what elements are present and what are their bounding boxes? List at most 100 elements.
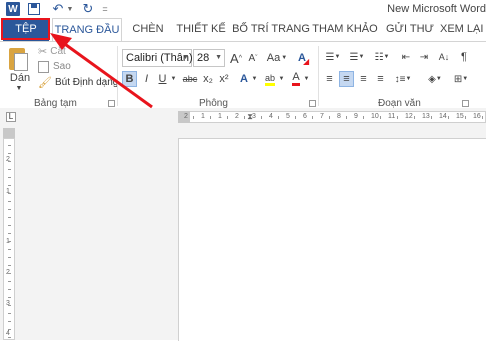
copy-label: Sao <box>53 61 71 72</box>
align-left-button[interactable]: ≡ <box>322 71 337 87</box>
ruler-tick <box>8 289 11 290</box>
tab-review[interactable]: XEM LẠI <box>440 18 486 41</box>
ruler-tick <box>8 265 11 266</box>
group-separator <box>117 46 118 106</box>
file-tab-highlight-box <box>1 18 50 40</box>
word-app-icon[interactable]: W <box>6 2 20 16</box>
tab-home[interactable]: TRANG ĐẦU <box>52 18 122 42</box>
grow-font-button[interactable]: A ^ <box>229 49 243 67</box>
shrink-font-button[interactable]: Aˇ <box>246 49 260 67</box>
ruler-tick <box>227 116 228 119</box>
customize-qat-icon[interactable]: = <box>101 1 109 17</box>
tab-selector[interactable]: L <box>6 112 16 122</box>
ruler-tick <box>8 177 11 178</box>
paste-label[interactable]: Dán <box>8 72 32 84</box>
ruler-tick <box>8 281 11 282</box>
underline-button[interactable]: U <box>156 71 169 87</box>
underline-dropdown-icon[interactable]: ▼ <box>170 71 177 87</box>
ruler-tick <box>8 193 11 194</box>
undo-dropdown-icon[interactable]: ▼ <box>66 1 74 17</box>
indent-marker[interactable]: ⧗ <box>246 109 254 125</box>
ruler-tick <box>8 321 11 322</box>
subscript-button[interactable]: x₂ <box>201 71 215 87</box>
shrink-font-icon: A <box>248 52 256 64</box>
ruler-number: 13 <box>422 113 430 120</box>
format-painter-button[interactable]: 🖌 Bút Định dạng <box>38 76 118 89</box>
ruler-tick <box>414 116 415 119</box>
ruler-tick <box>397 116 398 119</box>
font-size-select[interactable]: 28 ▼ <box>193 49 225 67</box>
paragraph-launcher-icon[interactable] <box>462 100 469 107</box>
multilevel-list-button[interactable]: ☷ ▼ <box>371 50 393 64</box>
grow-font-icon: A <box>230 50 239 66</box>
bold-button[interactable]: B <box>122 71 137 87</box>
window-title: New Microsoft Word <box>387 3 486 15</box>
clipboard-launcher-icon[interactable] <box>108 100 115 107</box>
ruler-number: 5 <box>286 113 290 120</box>
line-spacing-button[interactable]: ↕≡ ▼ <box>392 71 414 87</box>
italic-button[interactable]: I <box>140 71 153 87</box>
numbering-button[interactable]: ☰ ▼ <box>346 50 368 64</box>
multilevel-list-icon: ☷ <box>374 51 384 63</box>
tab-design[interactable]: THIẾT KẾ <box>172 18 230 41</box>
ruler-tick <box>448 116 449 119</box>
ruler-number: 16 <box>473 113 481 120</box>
borders-button[interactable]: ⊞ ▼ <box>450 71 472 87</box>
font-size-value: 28 <box>197 52 210 64</box>
redo-icon[interactable]: ↻ <box>82 1 94 17</box>
ruler-number: 6 <box>303 113 307 120</box>
superscript-button[interactable]: x² <box>217 71 231 87</box>
decrease-indent-button[interactable]: ⇤ <box>398 50 414 64</box>
save-icon[interactable] <box>28 3 40 15</box>
align-left-icon: ≡ <box>326 73 333 85</box>
justify-button[interactable]: ≡ <box>373 71 388 87</box>
cut-label: Cắt <box>50 46 66 57</box>
strikethrough-button[interactable]: abc <box>181 71 199 87</box>
increase-indent-button[interactable]: ⇥ <box>416 50 432 64</box>
paste-dropdown-icon[interactable]: ▼ <box>14 84 24 92</box>
tab-references[interactable]: THAM KHẢO <box>312 18 378 41</box>
ruler-number: 9 <box>354 113 358 120</box>
ruler-number: 1 <box>218 113 222 120</box>
shading-button[interactable]: ◈ ▼ <box>424 71 446 87</box>
ruler-number: 10 <box>371 113 379 120</box>
clear-formatting-button[interactable]: A ◢ <box>295 49 309 67</box>
text-effects-dropdown-icon[interactable]: ▼ <box>251 71 258 87</box>
undo-icon[interactable]: ↶ <box>52 1 64 17</box>
sort-button[interactable]: A↓ <box>436 50 452 64</box>
ruler-tick <box>8 217 11 218</box>
ruler-tick <box>8 153 11 154</box>
font-color-dropdown-icon[interactable]: ▼ <box>303 71 310 87</box>
align-center-button[interactable]: ≡ <box>339 71 354 87</box>
font-color-button[interactable]: A <box>289 71 303 87</box>
ruler-tick <box>8 329 11 330</box>
tab-page-layout[interactable]: BỐ TRÍ TRANG <box>232 18 310 41</box>
font-launcher-icon[interactable] <box>309 100 316 107</box>
change-case-icon: Aa <box>266 52 281 64</box>
ruler-tick <box>431 116 432 119</box>
document-page[interactable] <box>178 138 486 341</box>
align-right-button[interactable]: ≡ <box>356 71 371 87</box>
ruler-tick <box>8 201 11 202</box>
align-right-icon: ≡ <box>360 73 367 85</box>
text-effects-button[interactable]: A <box>237 71 251 87</box>
ruler-number: 4 <box>6 330 10 337</box>
change-case-button[interactable]: Aa ▼ <box>266 49 288 67</box>
highlight-button[interactable]: ab <box>262 71 278 87</box>
highlight-dropdown-icon[interactable]: ▼ <box>278 71 285 87</box>
align-center-icon: ≡ <box>343 73 350 85</box>
copy-button[interactable]: Sao <box>38 60 71 73</box>
tab-insert[interactable]: CHÈN <box>128 18 168 41</box>
ribbon-home: Dán ▼ ✂ Cắt Sao 🖌 Bút Định dạng Bảng tạm… <box>0 41 486 109</box>
bullets-button[interactable]: ☰ ▼ <box>322 50 344 64</box>
ruler-tick <box>8 225 11 226</box>
ruler-tick <box>329 116 330 119</box>
cut-button[interactable]: ✂ Cắt <box>38 45 66 58</box>
line-spacing-icon: ↕≡ <box>394 73 406 85</box>
ruler-tick <box>244 116 245 119</box>
tab-mailings[interactable]: GỬI THƯ <box>386 18 434 41</box>
paste-button[interactable] <box>6 44 30 74</box>
font-name-select[interactable]: Calibri (Thân) ▼ <box>122 49 193 67</box>
show-marks-button[interactable]: ¶ <box>456 50 472 64</box>
ruler-tick <box>8 313 11 314</box>
